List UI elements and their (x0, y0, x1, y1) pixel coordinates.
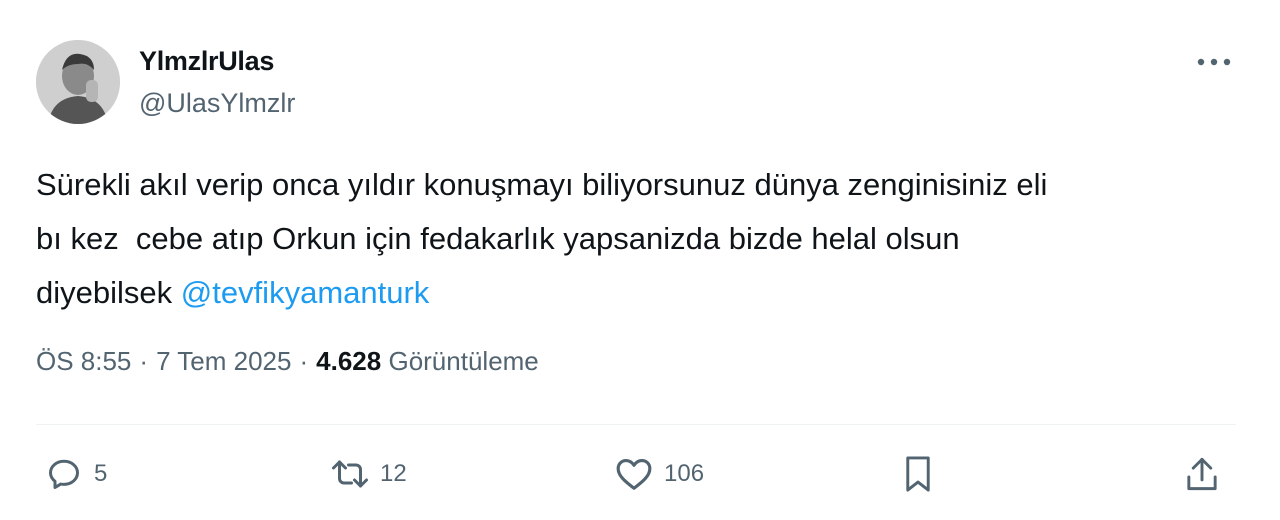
tweet-time[interactable]: ÖS 8:55 (36, 346, 131, 376)
like-count: 106 (664, 460, 705, 487)
share-icon (1182, 454, 1222, 494)
more-options-button[interactable] (1192, 46, 1236, 78)
avatar[interactable] (36, 40, 120, 124)
bookmark-button[interactable] (898, 452, 938, 496)
reply-count: 5 (94, 460, 108, 487)
mention-link[interactable]: @tevfikyamanturk (181, 275, 430, 310)
reply-bubble-icon (44, 454, 84, 494)
tweet-text-line: diyebilsek (36, 275, 181, 310)
heart-icon (614, 454, 654, 494)
tweet-text-line: bı kez cebe atıp Orkun için fedakarlık y… (36, 221, 960, 256)
retweet-button[interactable]: 12 (330, 452, 407, 496)
display-name[interactable]: YlmzlrUlas (139, 46, 274, 77)
like-button[interactable]: 106 (614, 452, 704, 496)
tweet-date[interactable]: 7 Tem 2025 (156, 346, 291, 376)
share-button[interactable] (1182, 452, 1222, 496)
views-label: Görüntüleme (388, 346, 539, 376)
divider (36, 424, 1236, 425)
tweet-meta: ÖS 8:55 · 7 Tem 2025 · 4.628 Görüntüleme (36, 346, 539, 377)
tweet-card: YlmzlrUlas @UlasYlmzlr Sürekli akıl veri… (0, 0, 1280, 520)
meta-separator: · (139, 346, 149, 376)
bookmark-icon (898, 454, 938, 494)
retweet-count: 12 (380, 460, 407, 487)
views-count: 4.628 (316, 346, 382, 376)
tweet-text: Sürekli akıl verip onca yıldır konuşmayı… (36, 158, 1246, 320)
tweet-text-line: Sürekli akıl verip onca yıldır konuşmayı… (36, 167, 1048, 202)
more-dots-icon (1197, 53, 1231, 71)
user-handle[interactable]: @UlasYlmzlr (139, 88, 295, 119)
reply-button[interactable]: 5 (44, 452, 107, 496)
meta-separator: · (299, 346, 309, 376)
retweet-icon (330, 454, 370, 494)
action-bar: 5 12 106 (0, 440, 1280, 510)
